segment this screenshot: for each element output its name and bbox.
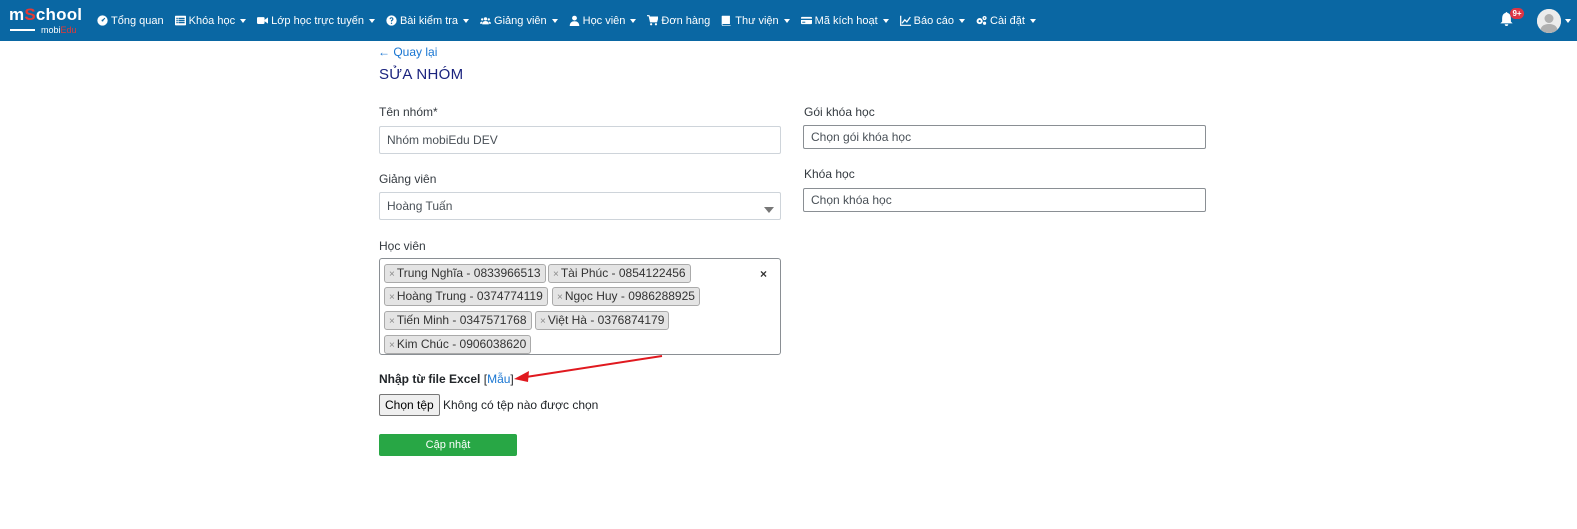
video-icon <box>257 17 269 24</box>
logo-subtext: mobiEdu <box>41 25 77 35</box>
student-tag[interactable]: × Tiến Minh - 0347571768 <box>384 311 532 330</box>
update-button[interactable]: Cập nhật <box>379 434 517 456</box>
teacher-selected-value: Hoàng Tuấn <box>387 199 453 213</box>
chart-line-icon <box>899 15 911 26</box>
page-title: SỬA NHÓM <box>379 66 464 83</box>
student-tag[interactable]: × Ngọc Huy - 0986288925 <box>552 287 700 306</box>
remove-tag-icon[interactable]: × <box>389 340 395 351</box>
logo-underline <box>10 29 35 31</box>
excel-template-link[interactable]: Mẫu <box>487 372 510 386</box>
nav-reports[interactable]: Báo cáo <box>899 0 966 41</box>
chevron-down-icon[interactable] <box>1565 19 1571 23</box>
chevron-down-icon <box>463 18 470 23</box>
group-name-label: Tên nhóm* <box>379 105 438 119</box>
student-tag-label: Kim Chúc - 0906038620 <box>396 337 527 351</box>
remove-tag-icon[interactable]: × <box>557 292 563 303</box>
student-tag[interactable]: × Kim Chúc - 0906038620 <box>384 335 532 354</box>
course-package-label: Gói khóa học <box>804 105 875 119</box>
excel-import-label: Nhập từ file Excel <box>379 372 481 386</box>
chevron-down-icon <box>551 18 558 23</box>
student-tag[interactable]: × Hoàng Trung - 0374774119 <box>384 287 548 306</box>
remove-tag-icon[interactable]: × <box>540 316 546 327</box>
nav-settings[interactable]: Cài đặt <box>976 0 1036 41</box>
course-placeholder: Chọn khóa học <box>811 193 892 207</box>
student-tag-label: Trung Nghĩa - 0833966513 <box>396 266 541 280</box>
course-label: Khóa học <box>804 167 855 181</box>
credit-card-icon <box>800 16 812 25</box>
nav-dashboard[interactable]: Tổng quan <box>97 0 164 41</box>
group-name-value: Nhóm mobiEdu DEV <box>387 133 498 147</box>
course-select[interactable]: Chọn khóa học <box>803 188 1206 212</box>
group-name-input[interactable]: Nhóm mobiEdu DEV <box>379 126 781 154</box>
user-avatar[interactable] <box>1537 9 1561 33</box>
remove-tag-icon[interactable]: × <box>553 269 559 280</box>
nav-tests-label: Bài kiểm tra <box>399 14 459 27</box>
excel-import-row: Nhập từ file Excel [Mẫu] <box>379 372 514 386</box>
clear-all-students-button[interactable]: × <box>760 267 767 281</box>
nav-teachers-label: Giảng viên <box>494 14 547 27</box>
nav-courses[interactable]: Khóa học <box>174 0 247 41</box>
student-tag-label: Ngọc Huy - 0986288925 <box>564 289 695 303</box>
nav-library-label: Thư viện <box>735 14 779 27</box>
student-tag-label: Hoàng Trung - 0374774119 <box>396 289 543 303</box>
student-tag-label: Tài Phúc - 0854122456 <box>560 266 686 280</box>
nav-students-label: Học viên <box>582 14 626 27</box>
users-icon <box>480 17 492 25</box>
annotation-arrow <box>514 355 663 382</box>
student-tag[interactable]: × Việt Hà - 0376874179 <box>535 311 670 330</box>
choose-file-button[interactable]: Chọn tệp <box>379 394 440 416</box>
remove-tag-icon[interactable]: × <box>389 316 395 327</box>
chevron-down-icon <box>1029 18 1036 23</box>
dashboard-icon <box>97 15 108 26</box>
student-tag[interactable]: × Tài Phúc - 0854122456 <box>548 264 691 283</box>
nav-orders-label: Đơn hàng <box>661 14 711 27</box>
nav-online-class-label: Lớp học trực tuyến <box>271 14 364 27</box>
cart-icon <box>647 15 659 26</box>
top-navbar: mSchool mobiEdu Tổng quan Khóa học Lớp h… <box>0 0 1577 41</box>
main-menu: Tổng quan Khóa học Lớp học trực tuyến Bà… <box>97 0 1047 41</box>
nav-dashboard-label: Tổng quan <box>111 14 164 27</box>
course-package-select[interactable]: Chọn gói khóa học <box>803 125 1206 149</box>
nav-tests[interactable]: Bài kiểm tra <box>386 0 470 41</box>
chevron-down-icon <box>240 18 247 23</box>
question-circle-icon <box>386 15 397 26</box>
nav-activation-codes[interactable]: Mã kích hoạt <box>800 0 889 41</box>
logo-wordmark: mSchool <box>9 5 83 24</box>
brand-logo[interactable]: mSchool mobiEdu <box>9 5 83 35</box>
file-status-text: Không có tệp nào được chọn <box>443 398 599 412</box>
students-label: Học viên <box>379 239 426 253</box>
student-tag[interactable]: × Trung Nghĩa - 0833966513 <box>384 264 546 283</box>
nav-reports-label: Báo cáo <box>913 14 955 27</box>
nav-library[interactable]: Thư viện <box>721 0 790 41</box>
chevron-down-icon <box>783 18 790 23</box>
remove-tag-icon[interactable]: × <box>389 269 395 280</box>
nav-orders[interactable]: Đơn hàng <box>647 0 710 41</box>
user-icon <box>569 15 579 26</box>
nav-settings-label: Cài đặt <box>990 14 1025 27</box>
course-package-placeholder: Chọn gói khóa học <box>811 130 912 144</box>
notification-badge: 9+ <box>1510 8 1524 19</box>
back-link[interactable]: ← Quay lại <box>378 45 437 59</box>
chevron-down-icon <box>882 18 889 23</box>
nav-online-class[interactable]: Lớp học trực tuyến <box>257 0 375 41</box>
remove-tag-icon[interactable]: × <box>389 292 395 303</box>
nav-courses-label: Khóa học <box>188 14 236 27</box>
nav-students[interactable]: Học viên <box>569 0 637 41</box>
student-tag-label: Việt Hà - 0376874179 <box>547 313 665 327</box>
nav-teachers[interactable]: Giảng viên <box>480 0 558 41</box>
chevron-down-icon <box>368 18 375 23</box>
teacher-select[interactable]: Hoàng Tuấn <box>379 192 781 220</box>
gears-icon <box>976 15 987 25</box>
chevron-down-icon <box>959 18 966 23</box>
list-icon <box>174 15 186 26</box>
chevron-down-icon <box>630 18 637 23</box>
teacher-label: Giảng viên <box>379 172 437 186</box>
nav-activation-codes-label: Mã kích hoạt <box>814 14 878 27</box>
avatar-placeholder-icon <box>1537 9 1561 33</box>
book-icon <box>721 15 731 26</box>
dropdown-arrow-icon <box>764 207 774 213</box>
student-tag-label: Tiến Minh - 0347571768 <box>396 313 527 327</box>
